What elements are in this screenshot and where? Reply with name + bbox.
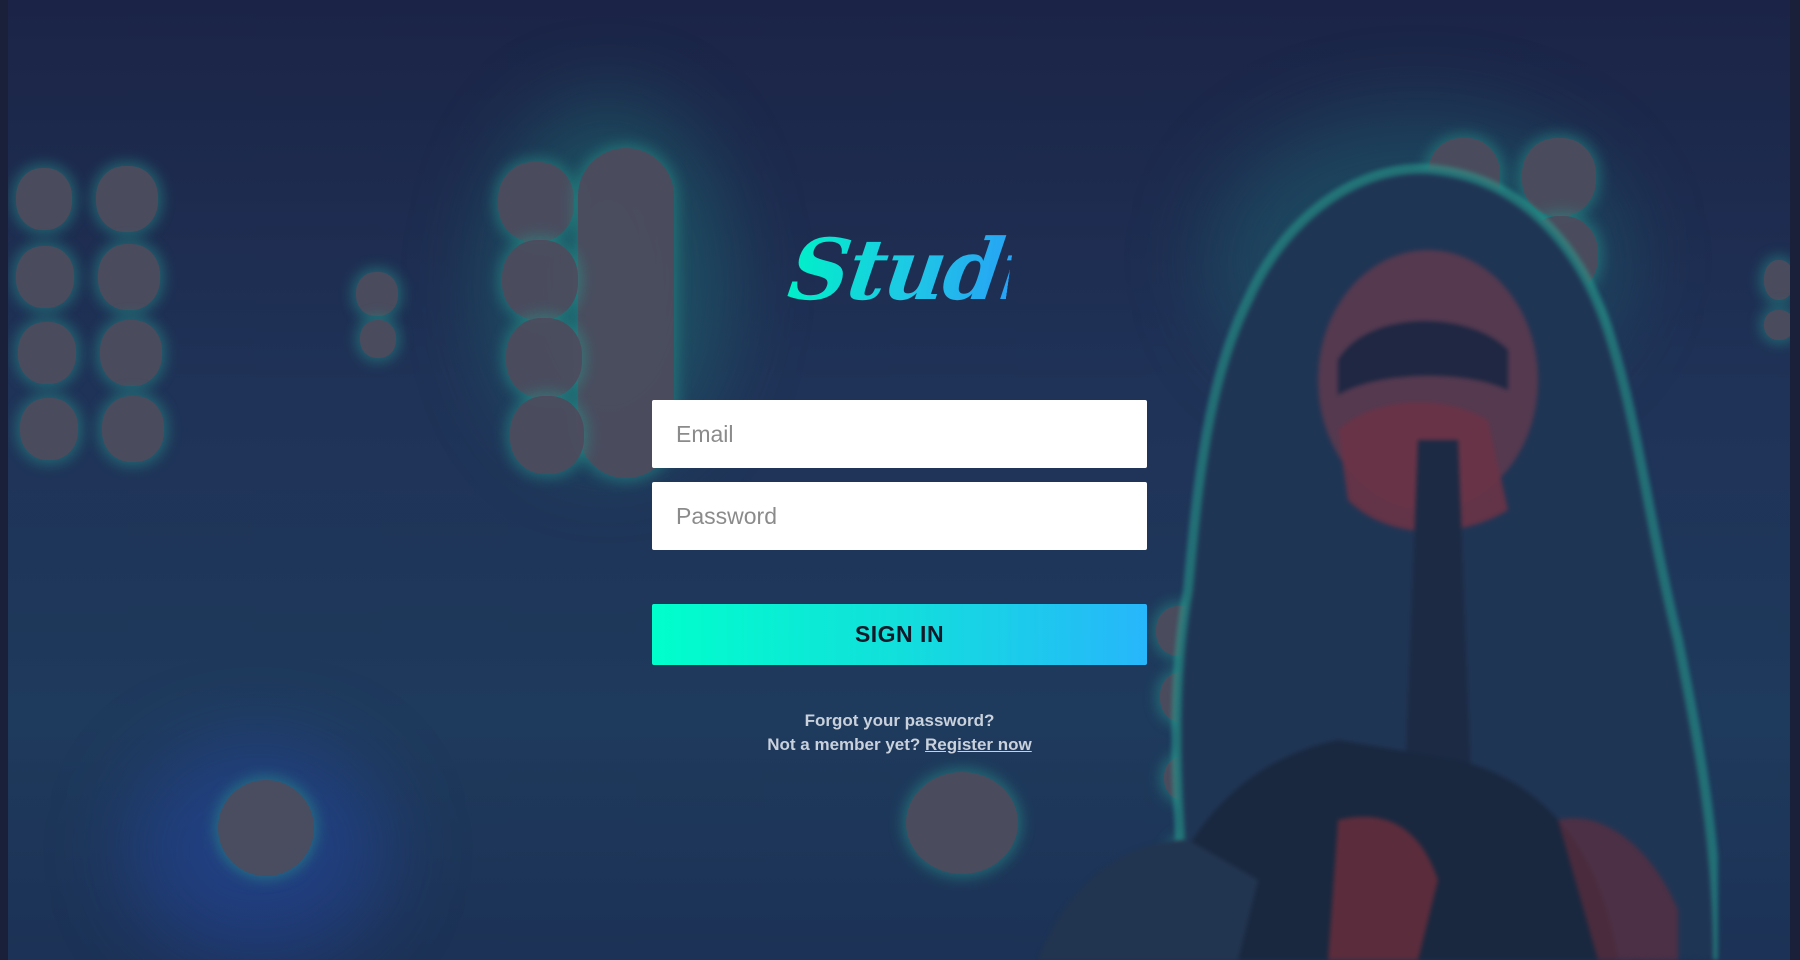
sign-in-button[interactable]: SIGN IN — [652, 604, 1147, 665]
not-member-text: Not a member yet? — [767, 735, 921, 754]
login-screen: Studio SIGN IN Forgot your password? Not… — [0, 0, 1800, 960]
forgot-password-link[interactable]: Forgot your password? — [805, 711, 995, 730]
password-field[interactable] — [652, 482, 1147, 550]
email-field[interactable] — [652, 400, 1147, 468]
studio-logo: Studio — [781, 205, 1092, 335]
account-links: Forgot your password? Not a member yet? … — [652, 709, 1147, 757]
login-form-container: Studio SIGN IN Forgot your password? Not… — [0, 0, 1800, 960]
register-now-link[interactable]: Register now — [925, 735, 1032, 754]
